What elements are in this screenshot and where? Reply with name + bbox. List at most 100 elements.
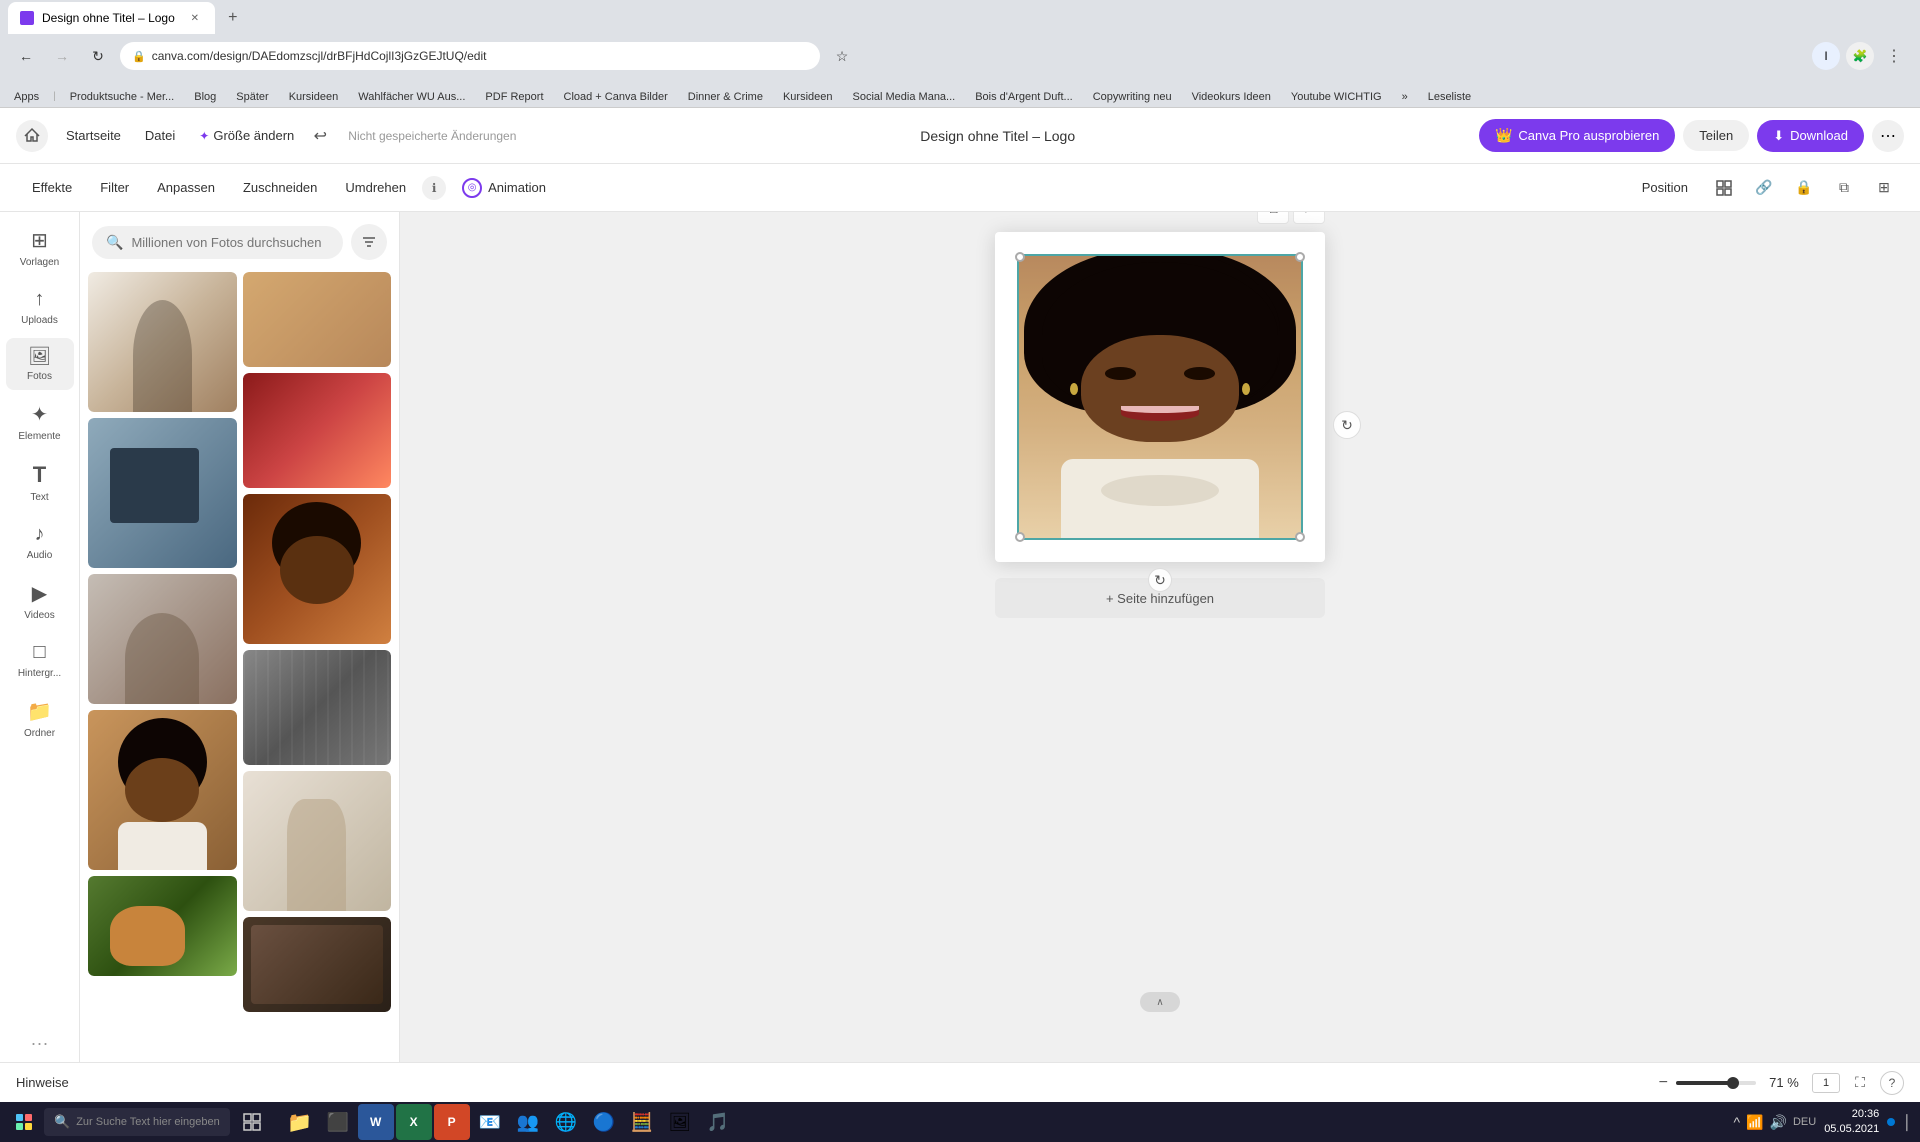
tab-close-btn[interactable]: ✕ — [187, 10, 203, 26]
sidebar-item-hintergrund[interactable]: □ Hintergr... — [6, 633, 74, 687]
taskbar-network-icon[interactable]: 📶 — [1746, 1114, 1763, 1131]
taskbar-app-excel[interactable]: X — [396, 1104, 432, 1140]
layers-icon-btn[interactable]: ⊞ — [1868, 172, 1900, 204]
bookmark-blog[interactable]: Blog — [188, 89, 222, 105]
taskbar-multitask-btn[interactable] — [234, 1104, 270, 1140]
new-tab-btn[interactable]: + — [219, 4, 247, 32]
sidebar-item-elemente[interactable]: ✦ Elemente — [6, 394, 74, 450]
undo-btn[interactable]: ↩ — [308, 124, 332, 148]
filter-btn[interactable]: Filter — [88, 174, 141, 201]
bookmark-video[interactable]: Videokurs Ideen — [1186, 89, 1277, 105]
sidebar-item-fotos[interactable]: 🖼 Fotos — [6, 338, 74, 390]
photo-item-flowers[interactable] — [243, 373, 392, 488]
taskbar-app-photos[interactable]: 🖼 — [662, 1104, 698, 1140]
sidebar-item-ordner[interactable]: 📁 Ordner — [6, 691, 74, 747]
forward-btn[interactable]: → — [48, 42, 76, 70]
photo-item-yoga[interactable] — [88, 272, 237, 412]
photo-item-woman-gray[interactable] — [88, 574, 237, 704]
bookmark-apps[interactable]: Apps — [8, 89, 45, 105]
photo-item-person-white[interactable] — [243, 771, 392, 911]
canvas-share-btn[interactable]: ↗ — [1293, 212, 1325, 224]
bookmark-pdf[interactable]: PDF Report — [479, 89, 549, 105]
taskbar-app-ppt[interactable]: P — [434, 1104, 470, 1140]
bookmark-wahlfaecher[interactable]: Wahlfächer WU Aus... — [352, 89, 471, 105]
home-btn[interactable] — [16, 120, 48, 152]
photo-item-curly[interactable] — [88, 710, 237, 870]
handle-bottom-right[interactable] — [1295, 532, 1305, 542]
sidebar-more-btn[interactable]: ··· — [31, 1033, 49, 1054]
lock-icon-btn[interactable]: 🔒 — [1788, 172, 1820, 204]
bookmark-cload[interactable]: Cload + Canva Bilder — [558, 89, 674, 105]
taskbar-app-edge[interactable]: 🔵 — [586, 1104, 622, 1140]
bookmark-kursideen2[interactable]: Kursideen — [777, 89, 839, 105]
address-bar[interactable]: 🔒 canva.com/design/DAEdomzscjl/drBFjHdCo… — [120, 42, 820, 70]
rotate-handle[interactable]: ↻ — [1148, 568, 1172, 592]
filter-btn[interactable] — [351, 224, 387, 260]
copy-icon-btn[interactable]: ⧉ — [1828, 172, 1860, 204]
bookmark-kursideen[interactable]: Kursideen — [283, 89, 345, 105]
profile-btn[interactable]: I — [1812, 42, 1840, 70]
share-btn[interactable]: Teilen — [1683, 120, 1749, 151]
active-tab[interactable]: Design ohne Titel – Logo ✕ — [8, 2, 215, 34]
photo-item-laptop[interactable] — [88, 418, 237, 568]
canva-pro-btn[interactable]: 👑 Canva Pro ausprobieren — [1479, 119, 1675, 152]
bookmark-more[interactable]: » — [1396, 89, 1414, 105]
handle-top-right[interactable] — [1295, 252, 1305, 262]
sidebar-item-text[interactable]: T Text — [6, 454, 74, 511]
zoom-slider[interactable] — [1676, 1081, 1756, 1085]
bookmark-dinner[interactable]: Dinner & Crime — [682, 89, 769, 105]
chrome-menu-btn[interactable]: ⋮ — [1880, 42, 1908, 70]
flip-btn[interactable]: Umdrehen — [333, 174, 418, 201]
crop-btn[interactable]: Zuschneiden — [231, 174, 329, 201]
taskbar-app-word[interactable]: W — [358, 1104, 394, 1140]
taskbar-show-desktop[interactable]: │ — [1903, 1114, 1912, 1130]
sidebar-item-uploads[interactable]: ↑ Uploads — [6, 280, 74, 334]
taskbar-volume-icon[interactable]: 🔊 — [1770, 1114, 1787, 1131]
canvas[interactable]: ↻ — [995, 232, 1325, 562]
page-indicator[interactable]: 1 — [1812, 1073, 1840, 1093]
bookmark-social[interactable]: Social Media Mana... — [847, 89, 962, 105]
taskbar-search[interactable]: 🔍 Zur Suche Text hier eingeben — [44, 1108, 230, 1136]
back-btn[interactable]: ← — [12, 42, 40, 70]
taskbar-app-music[interactable]: 🎵 — [700, 1104, 736, 1140]
taskbar-chevron-icon[interactable]: ^ — [1734, 1114, 1741, 1130]
grid-icon-btn[interactable] — [1708, 172, 1740, 204]
photo-item-food[interactable] — [243, 917, 392, 1012]
info-btn[interactable]: ℹ — [422, 176, 446, 200]
canvas-image[interactable] — [1017, 254, 1303, 540]
bookmark-btn[interactable]: ☆ — [828, 42, 856, 70]
position-btn[interactable]: Position — [1630, 174, 1700, 201]
effects-btn[interactable]: Effekte — [20, 174, 84, 201]
zoom-slider-thumb[interactable] — [1727, 1077, 1739, 1089]
start-btn[interactable] — [8, 1106, 40, 1138]
bookmark-copy[interactable]: Copywriting neu — [1087, 89, 1178, 105]
download-btn[interactable]: ⬇ Download — [1757, 120, 1864, 152]
search-input[interactable] — [131, 235, 329, 250]
scroll-indicator[interactable]: ∧ — [1140, 992, 1180, 1012]
bookmark-bois[interactable]: Bois d'Argent Duft... — [969, 89, 1078, 105]
taskbar-app-outlook[interactable]: 📧 — [472, 1104, 508, 1140]
refresh-btn[interactable]: ↻ — [84, 42, 112, 70]
bookmark-youtube[interactable]: Youtube WICHTIG — [1285, 89, 1388, 105]
taskbar-app-chrome[interactable]: 🌐 — [548, 1104, 584, 1140]
menu-resize[interactable]: ✦ Größe ändern — [189, 122, 304, 149]
bookmark-produktsuche[interactable]: Produktsuche - Mer... — [64, 89, 181, 105]
canvas-copy-btn[interactable]: ⧉ — [1257, 212, 1289, 224]
photo-item-dog[interactable] — [88, 876, 237, 976]
taskbar-app-calc[interactable]: 🧮 — [624, 1104, 660, 1140]
sidebar-item-vorlagen[interactable]: ⊞ Vorlagen — [6, 220, 74, 276]
sidebar-item-audio[interactable]: ♪ Audio — [6, 515, 74, 569]
photo-item-abstract[interactable] — [243, 650, 392, 765]
taskbar-app-teams[interactable]: 👥 — [510, 1104, 546, 1140]
handle-bottom-left[interactable] — [1015, 532, 1025, 542]
expand-btn[interactable]: ⛶ — [1848, 1071, 1872, 1095]
more-options-btn[interactable]: ⋯ — [1872, 120, 1904, 152]
bookmark-leseliste[interactable]: Leseliste — [1422, 89, 1477, 105]
menu-home[interactable]: Startseite — [56, 122, 131, 149]
help-btn[interactable]: ? — [1880, 1071, 1904, 1095]
sidebar-item-videos[interactable]: ▶ Videos — [6, 573, 74, 629]
extensions-btn[interactable]: 🧩 — [1846, 42, 1874, 70]
taskbar-time[interactable]: 20:36 05.05.2021 — [1824, 1107, 1879, 1138]
menu-file[interactable]: Datei — [135, 122, 185, 149]
animation-btn[interactable]: ◎ Animation — [450, 172, 558, 204]
